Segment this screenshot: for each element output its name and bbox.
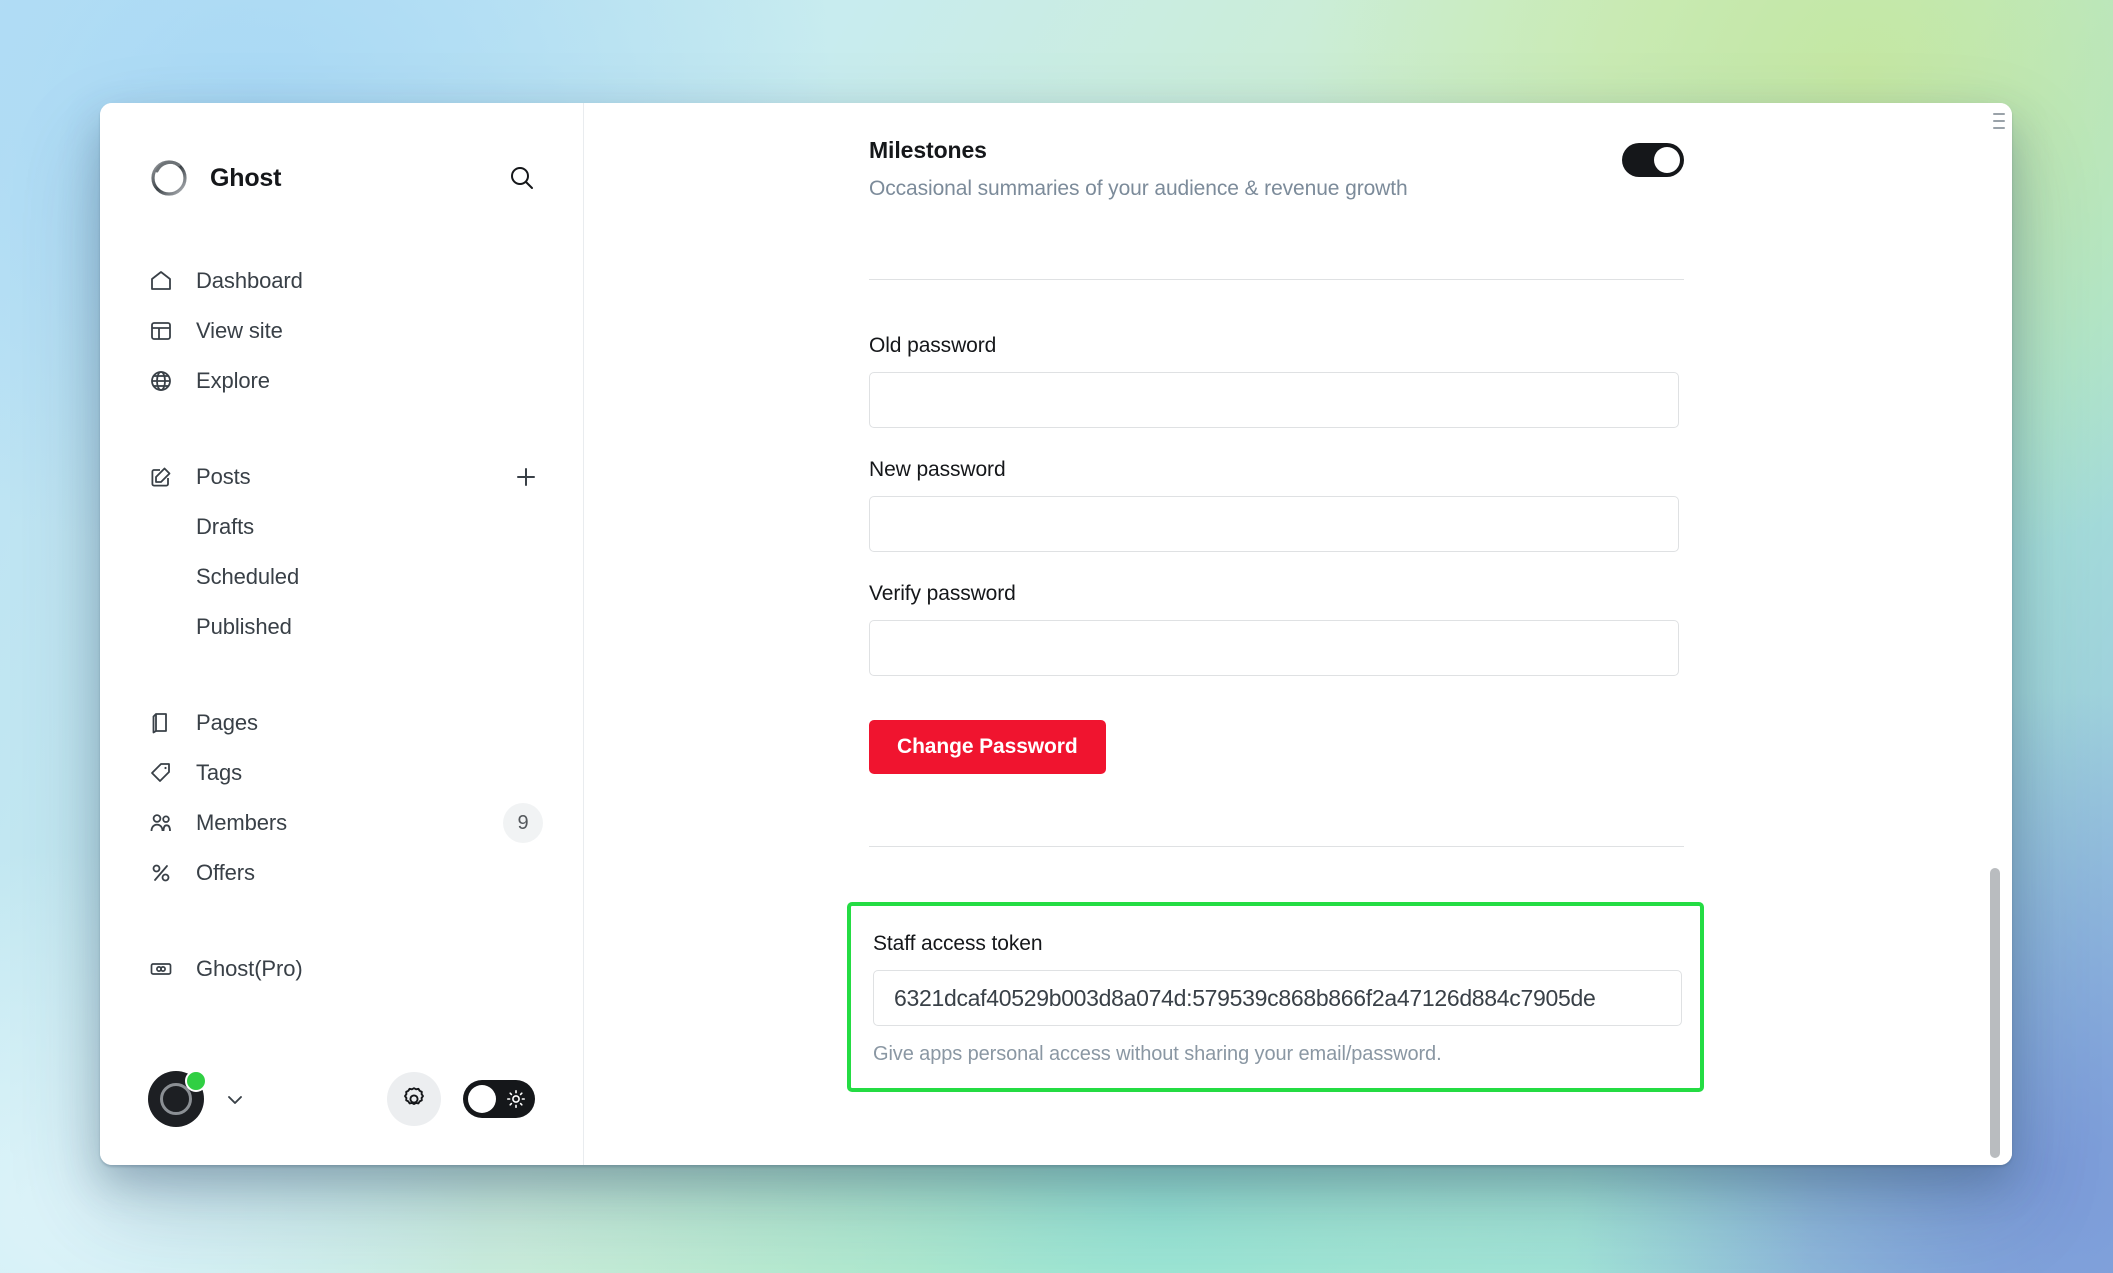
sidebar-item-offers[interactable]: Offers [100, 848, 583, 898]
sidebar-item-posts[interactable]: Posts [100, 452, 583, 502]
globe-icon [148, 368, 178, 394]
tag-icon [148, 760, 178, 786]
sidebar-item-members[interactable]: Members 9 [100, 798, 583, 848]
nav-group-posts: Posts Drafts Scheduled Publ [100, 452, 583, 652]
sidebar-item-pages[interactable]: Pages [100, 698, 583, 748]
old-password-field-group: Old password [869, 334, 1684, 428]
sidebar-item-label: Published [196, 614, 292, 640]
sidebar-item-drafts[interactable]: Drafts [100, 502, 583, 552]
gear-icon[interactable] [387, 1072, 441, 1126]
sidebar-item-published[interactable]: Published [100, 602, 583, 652]
section-divider-2 [869, 846, 1684, 847]
sidebar-item-tags[interactable]: Tags [100, 748, 583, 798]
scrollbar-thumb[interactable] [1990, 868, 2000, 1158]
staff-access-token-help: Give apps personal access without sharin… [873, 1043, 1678, 1066]
sidebar-item-view-site[interactable]: View site [100, 306, 583, 356]
sun-icon [506, 1089, 526, 1109]
old-password-input[interactable] [869, 372, 1679, 428]
new-password-input[interactable] [869, 496, 1679, 552]
app-window: Ghost Dashboard [100, 103, 2012, 1165]
search-icon[interactable] [501, 157, 543, 199]
brand-name: Ghost [210, 164, 281, 193]
sidebar-item-ghost-pro[interactable]: Ghost(Pro) [100, 944, 583, 994]
milestones-toggle[interactable] [1622, 143, 1684, 177]
sidebar: Ghost Dashboard [100, 103, 584, 1165]
sidebar-item-label: Offers [196, 860, 255, 886]
chevron-down-icon[interactable] [218, 1082, 252, 1116]
avatar[interactable] [148, 1071, 204, 1127]
toggle-knob [1654, 147, 1680, 173]
password-form: Old password New password Verify passwor… [869, 280, 1684, 774]
milestones-setting: Milestones Occasional summaries of your … [869, 103, 1684, 201]
sidebar-item-dashboard[interactable]: Dashboard [100, 256, 583, 306]
sidebar-item-label: Ghost(Pro) [196, 956, 303, 982]
sidebar-item-scheduled[interactable]: Scheduled [100, 552, 583, 602]
staff-access-token-label: Staff access token [873, 932, 1678, 956]
sidebar-item-explore[interactable]: Explore [100, 356, 583, 406]
layout-icon [148, 318, 178, 344]
members-count-badge: 9 [503, 803, 543, 843]
staff-access-token-input[interactable] [873, 970, 1682, 1026]
sidebar-item-label: Tags [196, 760, 242, 786]
sidebar-item-label: Dashboard [196, 268, 303, 294]
nav-group-main: Dashboard View site [100, 256, 583, 406]
milestones-description: Occasional summaries of your audience & … [869, 177, 1408, 201]
toggle-knob [468, 1085, 496, 1113]
settings-column: Milestones Occasional summaries of your … [869, 103, 1684, 1092]
edit-square-icon [148, 464, 178, 490]
sidebar-item-label: View site [196, 318, 283, 344]
nav-group-content: Pages Tags [100, 698, 583, 898]
ghost-pro-icon [148, 956, 178, 982]
home-icon [148, 268, 178, 294]
verify-password-field-group: Verify password [869, 582, 1684, 676]
sidebar-footer [100, 1071, 583, 1127]
sidebar-item-label: Posts [196, 464, 251, 490]
appearance-toggle[interactable] [463, 1080, 535, 1118]
new-password-label: New password [869, 458, 1684, 482]
members-icon [148, 810, 178, 836]
sidebar-item-label: Members [196, 810, 287, 836]
sidebar-item-label: Pages [196, 710, 258, 736]
pages-icon [148, 710, 178, 736]
change-password-button[interactable]: Change Password [869, 720, 1106, 774]
percent-icon [148, 860, 178, 886]
old-password-label: Old password [869, 334, 1684, 358]
main-scrollbar[interactable] [1988, 103, 2002, 1165]
resize-grip[interactable] [1993, 113, 2005, 129]
nav-group-pro: Ghost(Pro) [100, 944, 583, 994]
sidebar-item-label: Explore [196, 368, 270, 394]
staff-access-token-section: Staff access token Give apps personal ac… [847, 902, 1704, 1092]
ghost-logo-icon [148, 157, 190, 199]
sidebar-nav: Dashboard View site [100, 256, 583, 994]
verify-password-input[interactable] [869, 620, 1679, 676]
verify-password-label: Verify password [869, 582, 1684, 606]
main-content: Milestones Occasional summaries of your … [584, 103, 2012, 1165]
online-status-dot [185, 1070, 207, 1092]
plus-icon[interactable] [509, 460, 543, 494]
new-password-field-group: New password [869, 458, 1684, 552]
milestones-title: Milestones [869, 137, 1408, 164]
sidebar-item-label: Drafts [196, 514, 254, 540]
sidebar-item-label: Scheduled [196, 564, 299, 590]
sidebar-brand: Ghost [100, 148, 583, 208]
